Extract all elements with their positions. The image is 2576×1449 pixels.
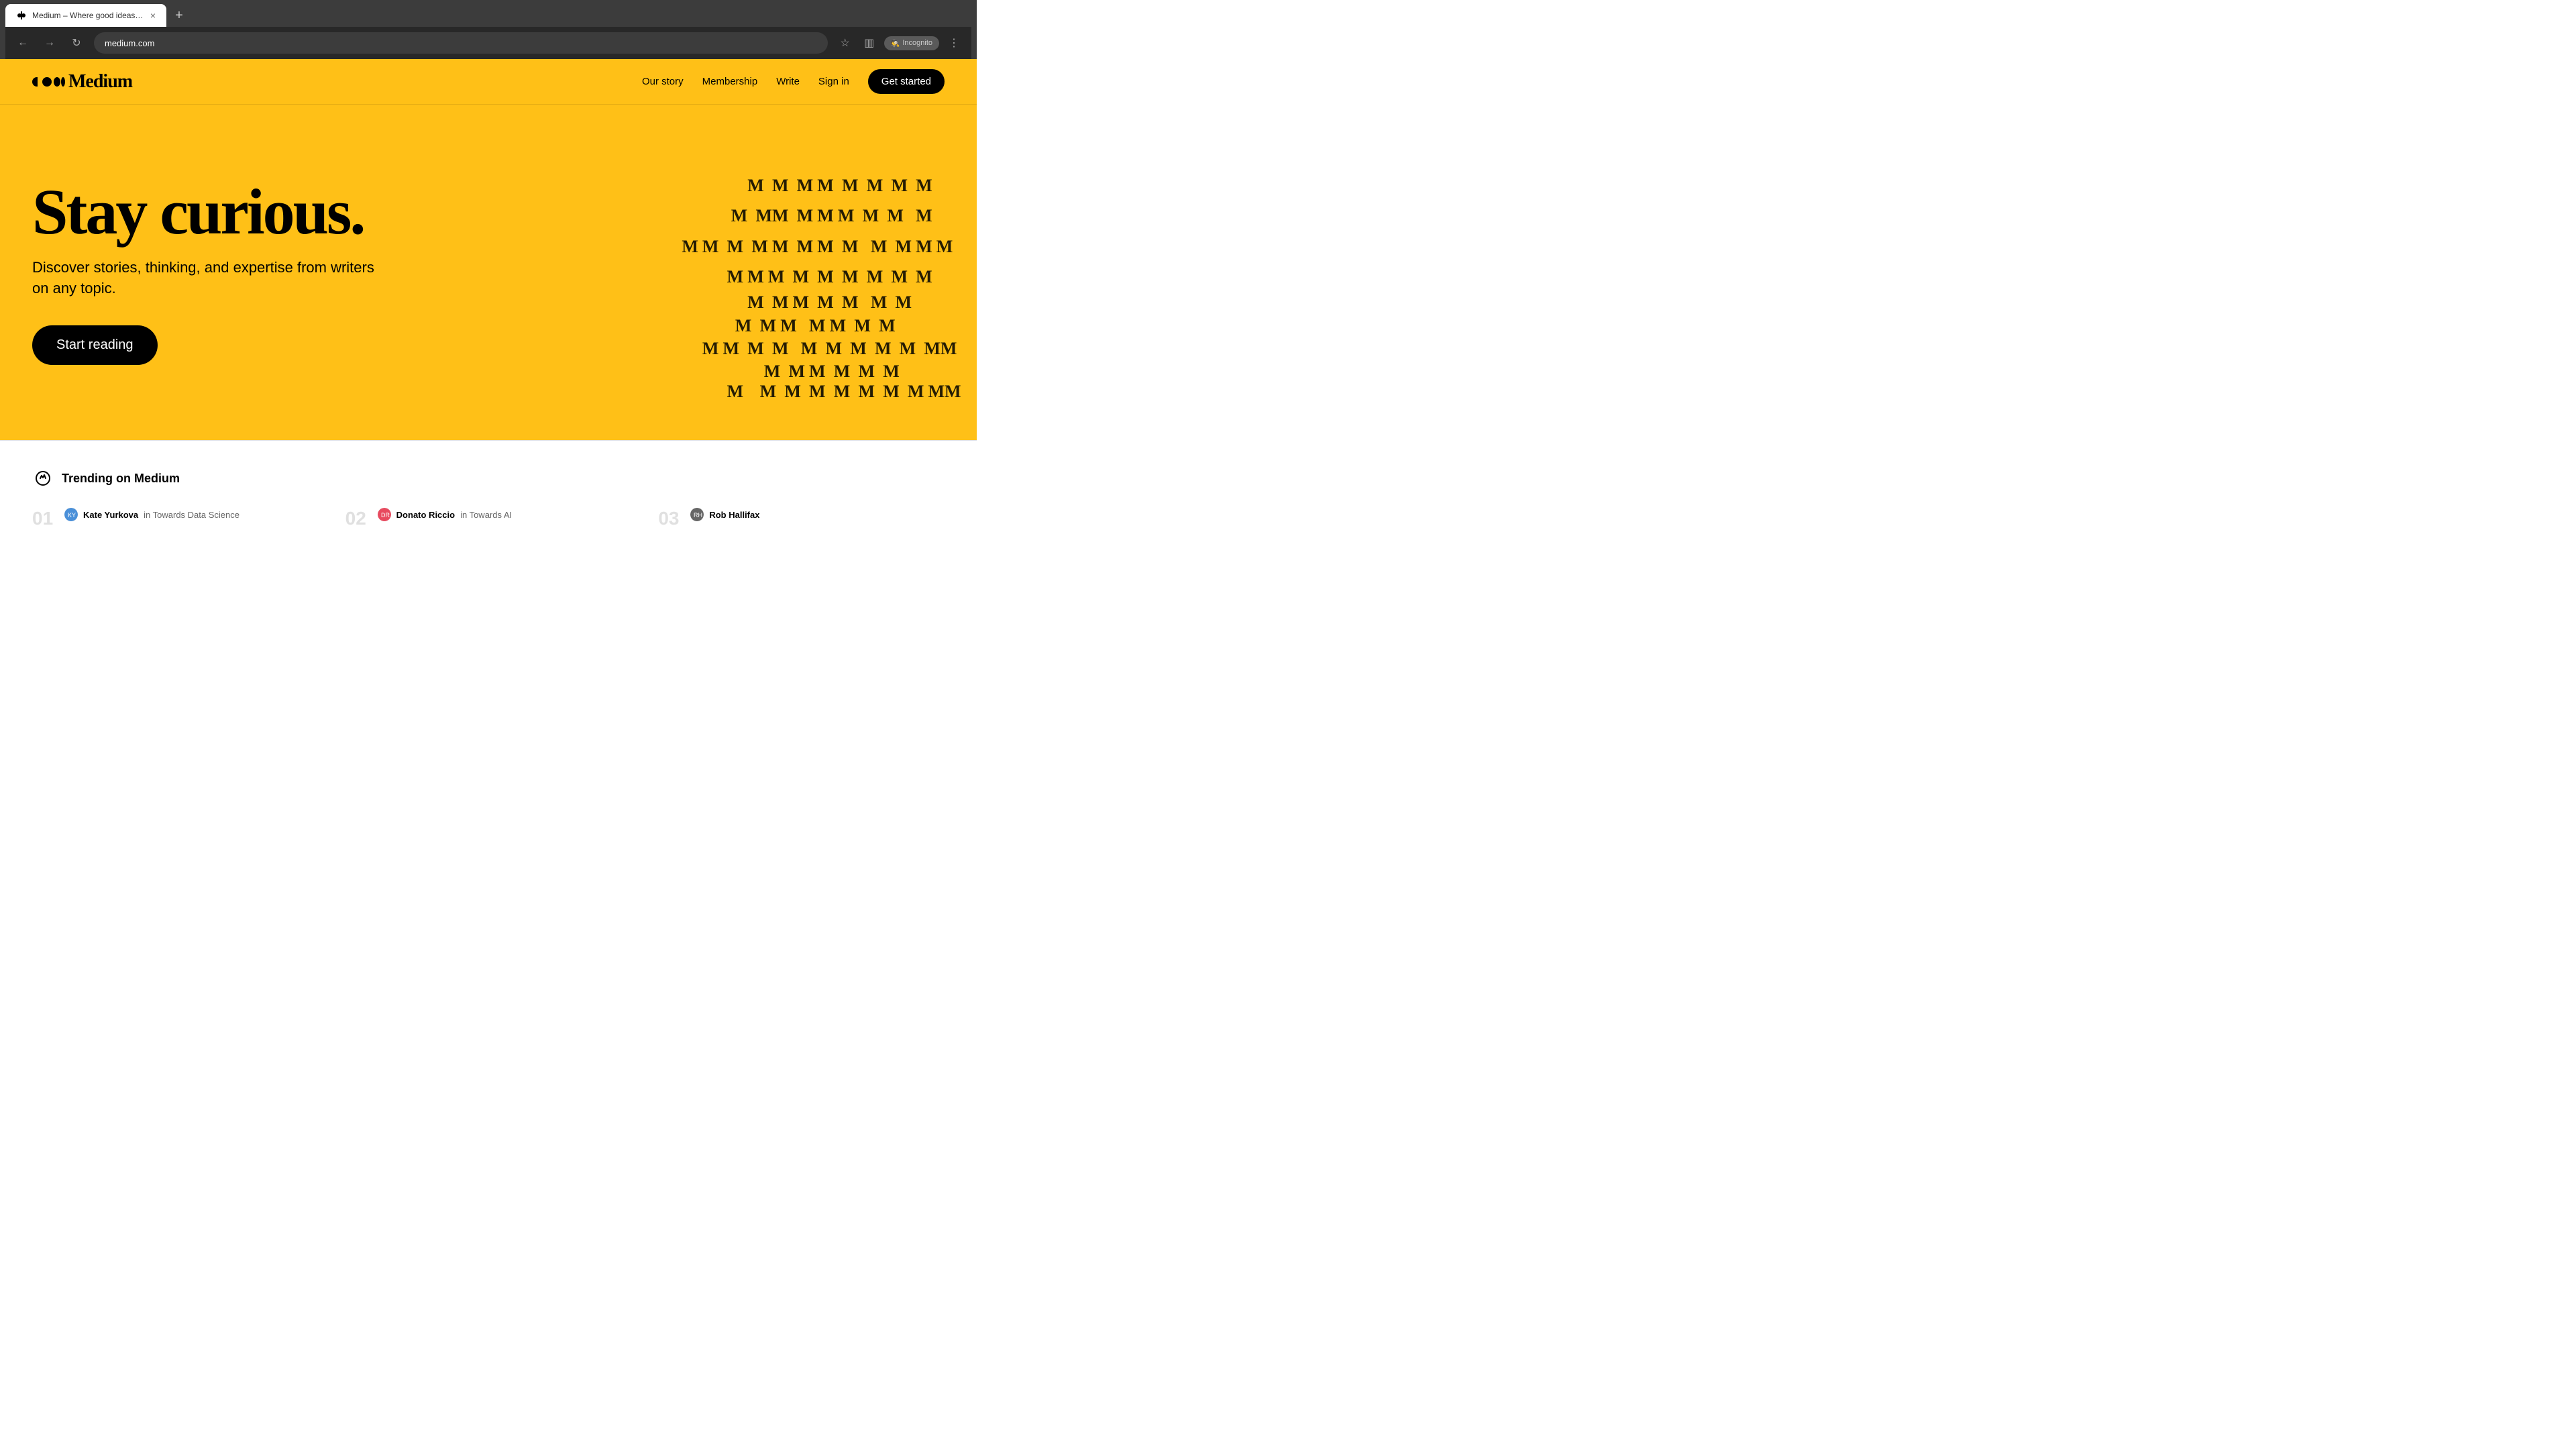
hero-subtitle: Discover stories, thinking, and expertis… [32, 258, 381, 299]
incognito-icon: 🕵 [891, 39, 900, 48]
active-tab[interactable]: Medium – Where good ideas f... × [5, 4, 166, 27]
get-started-button[interactable]: Get started [868, 69, 945, 94]
trending-item-content: DR Donato Riccio in Towards AI [378, 508, 632, 524]
nav-write[interactable]: Write [776, 76, 800, 87]
medium-wordmark: Medium [68, 71, 132, 93]
trending-author-info: RH Rob Hallifax [690, 508, 945, 521]
trending-item[interactable]: 03 RH Rob Hallifax [658, 508, 945, 529]
trending-number: 02 [345, 508, 367, 529]
reload-button[interactable]: ↻ [67, 34, 86, 52]
m-pattern-decoration: MMMMMMMMMMMMMMMMMMMMMMMMMMMMMMMMMMMMMMMM… [534, 145, 945, 400]
trending-number: 01 [32, 508, 54, 529]
address-bar: ← → ↻ ☆ ▥ 🕵 Incognito ⋮ [5, 27, 971, 59]
trending-header: Trending on Medium [32, 468, 945, 489]
browser-tabs: Medium – Where good ideas f... × + [5, 4, 971, 27]
forward-button[interactable]: → [40, 34, 59, 52]
trending-items-list: 01 KY Kate Yurkova in Towards Data Scien… [32, 508, 945, 529]
hero-decoration: MMMMMMMMMMMMMMMMMMMMMMMMMMMMMMMMMMMMMMMM… [534, 145, 945, 400]
trending-author-info: DR Donato Riccio in Towards AI [378, 508, 632, 521]
trending-item[interactable]: 01 KY Kate Yurkova in Towards Data Scien… [32, 508, 319, 529]
nav-membership[interactable]: Membership [702, 76, 758, 87]
browser-action-buttons: ☆ ▥ 🕵 Incognito ⋮ [836, 34, 963, 52]
svg-text:DR: DR [381, 512, 390, 519]
back-button[interactable]: ← [13, 34, 32, 52]
url-input[interactable] [94, 32, 828, 54]
medium-website: Medium Our story Membership Write Sign i… [0, 59, 977, 556]
browser-menu-button[interactable]: ⋮ [945, 34, 963, 52]
tab-title: Medium – Where good ideas f... [32, 11, 145, 20]
trending-icon [32, 468, 54, 489]
browser-chrome: Medium – Where good ideas f... × + ← → ↻… [0, 0, 977, 59]
tab-favicon [16, 10, 27, 21]
new-tab-button[interactable]: + [168, 4, 191, 27]
incognito-label: Incognito [902, 39, 932, 47]
tab-close-button[interactable]: × [150, 11, 156, 20]
trending-section-title: Trending on Medium [62, 472, 180, 486]
sidebar-button[interactable]: ▥ [860, 34, 879, 52]
bookmark-button[interactable]: ☆ [836, 34, 855, 52]
nav-our-story[interactable]: Our story [642, 76, 684, 87]
svg-text:RH: RH [694, 512, 702, 519]
author-name: Donato Riccio [396, 510, 455, 520]
author-avatar: DR [378, 508, 391, 521]
incognito-badge: 🕵 Incognito [884, 36, 939, 50]
hero-content: Stay curious. Discover stories, thinking… [32, 145, 534, 400]
author-avatar: RH [690, 508, 704, 521]
svg-text:KY: KY [68, 512, 76, 519]
hero-section: Stay curious. Discover stories, thinking… [0, 105, 977, 440]
medium-navbar: Medium Our story Membership Write Sign i… [0, 59, 977, 105]
trending-item-content: KY Kate Yurkova in Towards Data Science [64, 508, 319, 524]
nav-links: Our story Membership Write Sign in Get s… [642, 69, 945, 94]
trending-item-content: RH Rob Hallifax [690, 508, 945, 524]
author-publication: in Towards AI [460, 510, 512, 520]
author-name: Kate Yurkova [83, 510, 138, 520]
medium-logo-icon [32, 72, 66, 91]
medium-logo[interactable]: Medium [32, 71, 132, 93]
author-publication: in Towards Data Science [144, 510, 239, 520]
hero-title: Stay curious. [32, 180, 534, 244]
start-reading-button[interactable]: Start reading [32, 325, 158, 365]
trending-author-info: KY Kate Yurkova in Towards Data Science [64, 508, 319, 521]
author-name: Rob Hallifax [709, 510, 759, 520]
trending-number: 03 [658, 508, 680, 529]
trending-section: Trending on Medium 01 KY Kate Yurkova in… [0, 440, 977, 556]
nav-signin[interactable]: Sign in [818, 76, 849, 87]
author-avatar: KY [64, 508, 78, 521]
trending-item[interactable]: 02 DR Donato Riccio in Towards AI [345, 508, 632, 529]
